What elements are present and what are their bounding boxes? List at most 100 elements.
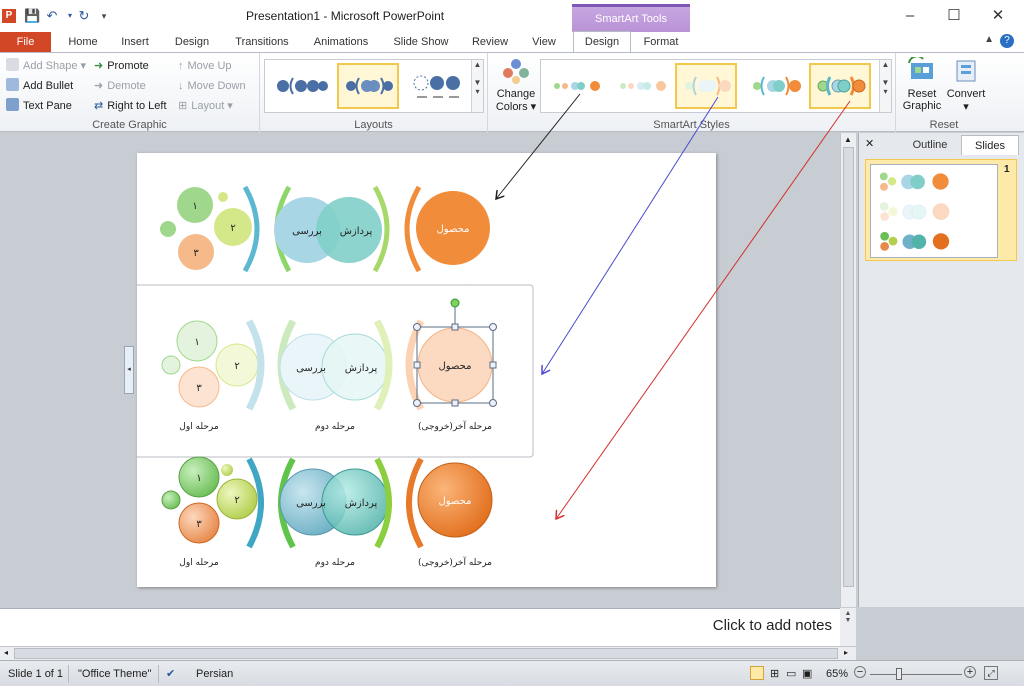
minimize-button[interactable]: – xyxy=(888,4,932,28)
group-create-graphic: Add Shape ▾ Add Bullet Text Pane ➜ Promot… xyxy=(0,53,260,133)
minimize-ribbon-icon[interactable]: ▲ xyxy=(984,34,994,45)
add-bullet-icon xyxy=(6,78,19,91)
tab-design[interactable]: Design xyxy=(166,32,218,52)
smartart-diagram-3[interactable]: ١ ٢ ٣ بررسی پردازش محصول مرحله اول مرحله… xyxy=(161,456,493,568)
pane-close-icon[interactable]: ✕ xyxy=(865,137,874,150)
tab-file[interactable]: File xyxy=(0,32,51,52)
language-indicator[interactable]: Persian xyxy=(196,666,233,682)
horizontal-scrollbar[interactable]: ◂ ▸ xyxy=(0,646,856,660)
theme-name[interactable]: "Office Theme" xyxy=(78,666,151,682)
zoom-out-button[interactable]: − xyxy=(854,666,866,678)
zoom-slider-thumb[interactable] xyxy=(896,668,902,680)
undo-icon[interactable]: ↶ xyxy=(44,8,60,24)
slide-canvas[interactable]: ١ ٢ ٣ بررسی پردازش محصول مرحله اول مرحله… xyxy=(134,153,716,587)
reset-graphic-button[interactable]: Reset Graphic xyxy=(900,55,944,112)
layout-button[interactable]: ⊞ Layout ▾ xyxy=(178,97,233,115)
powerpoint-app-icon[interactable]: P xyxy=(2,9,16,23)
tab-slide-show[interactable]: Slide Show xyxy=(386,32,456,52)
right-to-left-button[interactable]: ⇄ Right to Left xyxy=(94,97,167,115)
close-button[interactable]: ✕ xyxy=(976,4,1020,28)
tab-transitions[interactable]: Transitions xyxy=(226,32,298,52)
style-thumb-2[interactable] xyxy=(611,63,673,109)
group-label-layouts: Layouts xyxy=(354,119,393,131)
zoom-level[interactable]: 65% xyxy=(826,666,848,682)
layouts-gallery-scroll[interactable]: ▲ ▼ ▾ xyxy=(471,60,483,112)
zoom-slider-track[interactable] xyxy=(870,674,962,675)
resize-handle-ne[interactable] xyxy=(489,323,497,331)
style-thumb-5-selected[interactable] xyxy=(809,63,871,109)
help-icon[interactable]: ? xyxy=(1000,34,1014,48)
slide-vertical-scrollbar[interactable]: ▲ xyxy=(840,133,856,607)
style-thumb-3-selected[interactable] xyxy=(675,63,737,109)
tab-smartart-format[interactable]: Format xyxy=(636,32,686,52)
style-thumb-1[interactable] xyxy=(545,63,607,109)
styles-gallery-scroll[interactable]: ▲ ▼ ▾ xyxy=(879,60,891,112)
tab-smartart-design[interactable]: Design xyxy=(573,31,631,52)
slide-thumbnail-selected[interactable]: 1 xyxy=(865,159,1017,261)
text-pane-icon xyxy=(6,98,19,111)
resize-handle-se[interactable] xyxy=(489,399,497,407)
add-shape-label: Add Shape xyxy=(23,60,78,72)
tab-view[interactable]: View xyxy=(524,32,564,52)
tab-review[interactable]: Review xyxy=(464,32,516,52)
move-up-button[interactable]: ↑ Move Up xyxy=(178,57,232,75)
group-reset: Reset Graphic Convert ▾ Reset xyxy=(896,53,992,133)
add-bullet-label: Add Bullet xyxy=(23,80,74,92)
maximize-button[interactable]: ☐ xyxy=(932,4,976,28)
resize-handle-nw[interactable] xyxy=(413,323,421,331)
customize-qat-icon[interactable]: ▾ xyxy=(96,8,112,24)
resize-handle-e[interactable] xyxy=(489,361,497,369)
scroll-right-icon[interactable]: ▸ xyxy=(844,648,848,657)
reading-view-icon[interactable]: ▭ xyxy=(786,666,796,682)
text-pane-toggle[interactable]: ◂ xyxy=(124,346,134,394)
tab-home[interactable]: Home xyxy=(60,32,106,52)
right-to-left-icon: ⇄ xyxy=(94,100,104,112)
scroll-thumb[interactable] xyxy=(843,147,854,587)
save-icon[interactable]: 💾 xyxy=(24,8,40,24)
layout-thumb-2-selected[interactable] xyxy=(337,63,399,109)
zoom-in-button[interactable]: + xyxy=(964,666,976,678)
redo-icon[interactable]: ↻ xyxy=(76,8,92,24)
tab-animations[interactable]: Animations xyxy=(306,32,376,52)
tab-insert[interactable]: Insert xyxy=(112,32,158,52)
move-down-button[interactable]: ↓ Move Down xyxy=(178,77,246,95)
resize-handle-s[interactable] xyxy=(451,399,459,407)
scroll-up-icon[interactable]: ▲ xyxy=(844,135,852,144)
notes-placeholder[interactable]: Click to add notes xyxy=(713,617,832,634)
scroll-left-icon[interactable]: ◂ xyxy=(4,648,8,657)
smartart-diagram-2-selected[interactable]: ١ ٢ ٣ بررسی پردازش محصول مرحله اول مرحله… xyxy=(134,284,534,458)
notes-scrollbar[interactable]: ▲ ▼ xyxy=(840,608,856,646)
h-scroll-thumb[interactable] xyxy=(14,648,838,659)
slide-show-icon[interactable]: ▣ xyxy=(802,666,812,682)
fit-slide-icon[interactable]: ⤢ xyxy=(984,666,998,680)
normal-view-icon[interactable] xyxy=(750,666,764,680)
resize-handle-sw[interactable] xyxy=(413,399,421,407)
move-down-label: Move Down xyxy=(187,80,246,92)
d3-stage1-tiny-circle xyxy=(221,464,233,476)
smartart-diagram-1[interactable]: ١ ٢ ٣ بررسی پردازش محصول مرحله اول مرحله… xyxy=(160,185,492,296)
add-shape-icon xyxy=(6,58,19,71)
tab-outline[interactable]: Outline xyxy=(901,135,959,155)
layout-thumb-1[interactable] xyxy=(269,63,331,109)
smartart-styles-gallery: ▲ ▼ ▾ xyxy=(540,59,892,113)
layout-thumb-3[interactable] xyxy=(405,63,467,109)
add-bullet-button[interactable]: Add Bullet xyxy=(6,77,73,95)
add-shape-button[interactable]: Add Shape ▾ xyxy=(6,57,86,75)
convert-button[interactable]: Convert ▾ xyxy=(944,57,988,113)
spell-check-icon[interactable]: ✔ xyxy=(166,666,175,682)
demote-button[interactable]: ➜ Demote xyxy=(94,77,146,95)
promote-button[interactable]: ➜ Promote xyxy=(94,57,149,75)
d2-stage2-label: مرحله دوم xyxy=(315,422,355,432)
style-thumb-4[interactable] xyxy=(743,63,805,109)
text-pane-button[interactable]: Text Pane xyxy=(6,97,72,115)
slide-sorter-icon[interactable]: ⊞ xyxy=(770,666,779,682)
notes-pane[interactable]: Click to add notes xyxy=(0,608,840,646)
rotation-handle[interactable] xyxy=(450,298,460,308)
reset-graphic-icon xyxy=(908,55,933,79)
d2-stage1-label: مرحله اول xyxy=(179,422,219,432)
resize-handle-w[interactable] xyxy=(413,361,421,369)
reset-graphic-label-line2: Graphic xyxy=(902,100,942,112)
tab-slides[interactable]: Slides xyxy=(961,135,1019,155)
resize-handle-n[interactable] xyxy=(451,323,459,331)
change-colors-button[interactable]: Change Colors ▾ xyxy=(494,57,538,113)
